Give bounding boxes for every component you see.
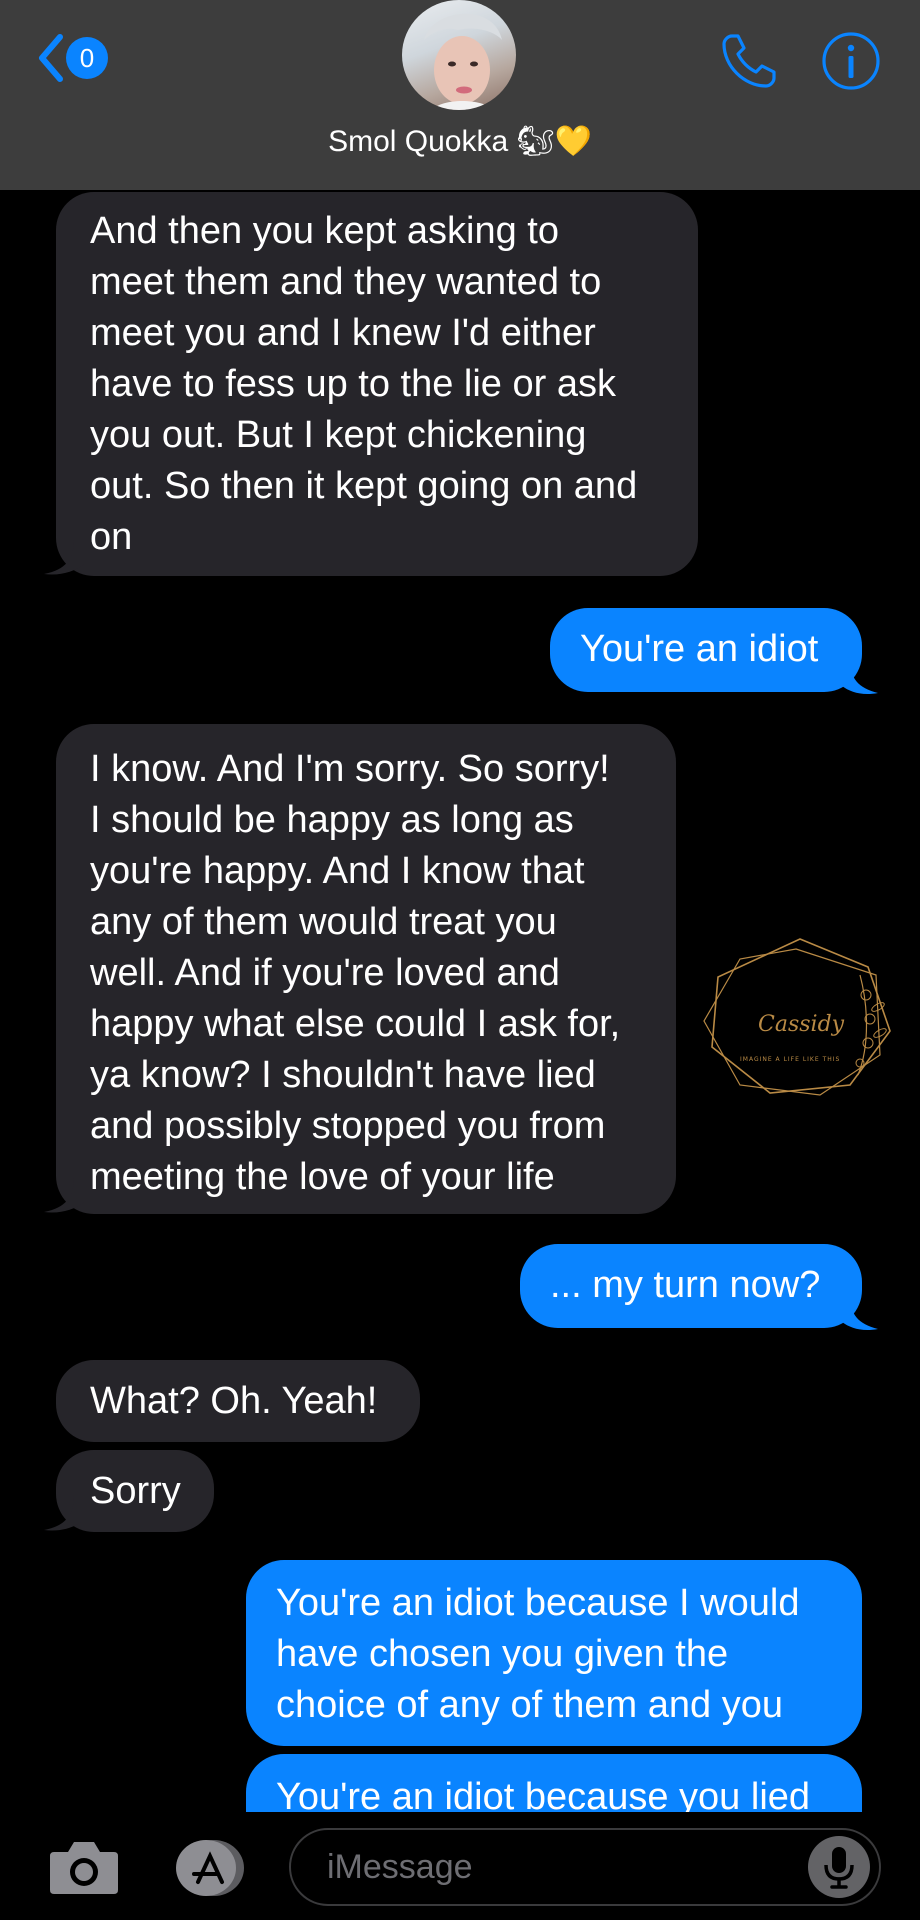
message-bubble-sent[interactable]: You're an idiot bbox=[550, 608, 862, 692]
message-line: meet you and I knew I'd either bbox=[90, 312, 596, 354]
message-line: You're an idiot because I would bbox=[276, 1582, 800, 1624]
watermark-tagline: IMAGINE A LIFE LIKE THIS bbox=[740, 1056, 840, 1063]
microphone-icon bbox=[824, 1847, 854, 1889]
back-button[interactable]: 0 bbox=[36, 30, 126, 86]
contact-avatar[interactable] bbox=[402, 0, 516, 110]
message-line: have chosen you given the bbox=[276, 1633, 729, 1675]
message-bubble-received[interactable]: I know. And I'm sorry. So sorry! I shoul… bbox=[56, 724, 676, 1214]
info-icon[interactable] bbox=[820, 30, 882, 92]
message-line: You're an idiot because you lied bbox=[276, 1776, 811, 1812]
message-line: have to fess up to the lie or ask bbox=[90, 363, 616, 405]
imessage-input[interactable] bbox=[289, 1828, 881, 1906]
bubble-tail bbox=[44, 1178, 84, 1213]
message-line: well. And if you're loved and bbox=[90, 952, 560, 994]
camera-icon[interactable] bbox=[48, 1838, 120, 1896]
message-line: meeting the love of your life bbox=[90, 1156, 555, 1198]
message-bubble-sent[interactable]: ... my turn now? bbox=[520, 1244, 862, 1328]
bubble-tail bbox=[44, 1496, 84, 1531]
conversation-header: 0 Smol Quokka 🐿💛 bbox=[0, 0, 920, 190]
message-line: on bbox=[90, 516, 133, 558]
phone-icon[interactable] bbox=[718, 30, 780, 92]
message-line: ya know? I shouldn't have lied bbox=[90, 1054, 596, 1096]
message-line: happy what else could I ask for, bbox=[90, 1003, 621, 1045]
message-thread[interactable]: And then you kept asking to meet them an… bbox=[0, 0, 920, 1812]
message-line: What? Oh. Yeah! bbox=[90, 1380, 378, 1422]
message-line: You're an idiot bbox=[580, 628, 819, 670]
watermark-brand: Cassidy bbox=[758, 1012, 845, 1037]
message-line: you're happy. And I know that bbox=[90, 850, 585, 892]
message-bubble-sent[interactable]: You're an idiot because you lied bbox=[246, 1754, 862, 1812]
message-line: any of them would treat you bbox=[90, 901, 557, 943]
microphone-button[interactable] bbox=[808, 1836, 870, 1898]
message-bubble-sent[interactable]: You're an idiot because I would have cho… bbox=[246, 1560, 862, 1746]
message-line: you out. But I kept chickening bbox=[90, 414, 587, 456]
message-line: out. So then it kept going on and bbox=[90, 465, 638, 507]
bubble-tail bbox=[44, 540, 84, 575]
bubble-tail bbox=[842, 660, 878, 695]
chevron-left-icon bbox=[39, 34, 63, 82]
message-line: ... my turn now? bbox=[550, 1264, 821, 1306]
message-line: I know. And I'm sorry. So sorry! bbox=[90, 748, 610, 790]
message-line: Sorry bbox=[90, 1470, 181, 1512]
unread-count-badge: 0 bbox=[66, 37, 108, 79]
app-store-icon bbox=[176, 1840, 244, 1896]
message-line: choice of any of them and you bbox=[276, 1684, 783, 1726]
message-bubble-received[interactable]: What? Oh. Yeah! bbox=[56, 1360, 420, 1442]
message-line: I should be happy as long as bbox=[90, 799, 574, 841]
contact-name[interactable]: Smol Quokka 🐿💛 bbox=[0, 124, 920, 159]
bubble-tail bbox=[842, 1296, 878, 1331]
watermark-logo: Cassidy IMAGINE A LIFE LIKE THIS bbox=[703, 938, 891, 1096]
message-bubble-received[interactable]: And then you kept asking to meet them an… bbox=[56, 192, 698, 576]
app-store-button[interactable] bbox=[168, 1838, 252, 1898]
avatar-photo-icon bbox=[424, 13, 502, 110]
message-line: meet them and they wanted to bbox=[90, 261, 602, 303]
message-line: And then you kept asking to bbox=[90, 210, 559, 252]
message-line: and possibly stopped you from bbox=[90, 1105, 606, 1147]
